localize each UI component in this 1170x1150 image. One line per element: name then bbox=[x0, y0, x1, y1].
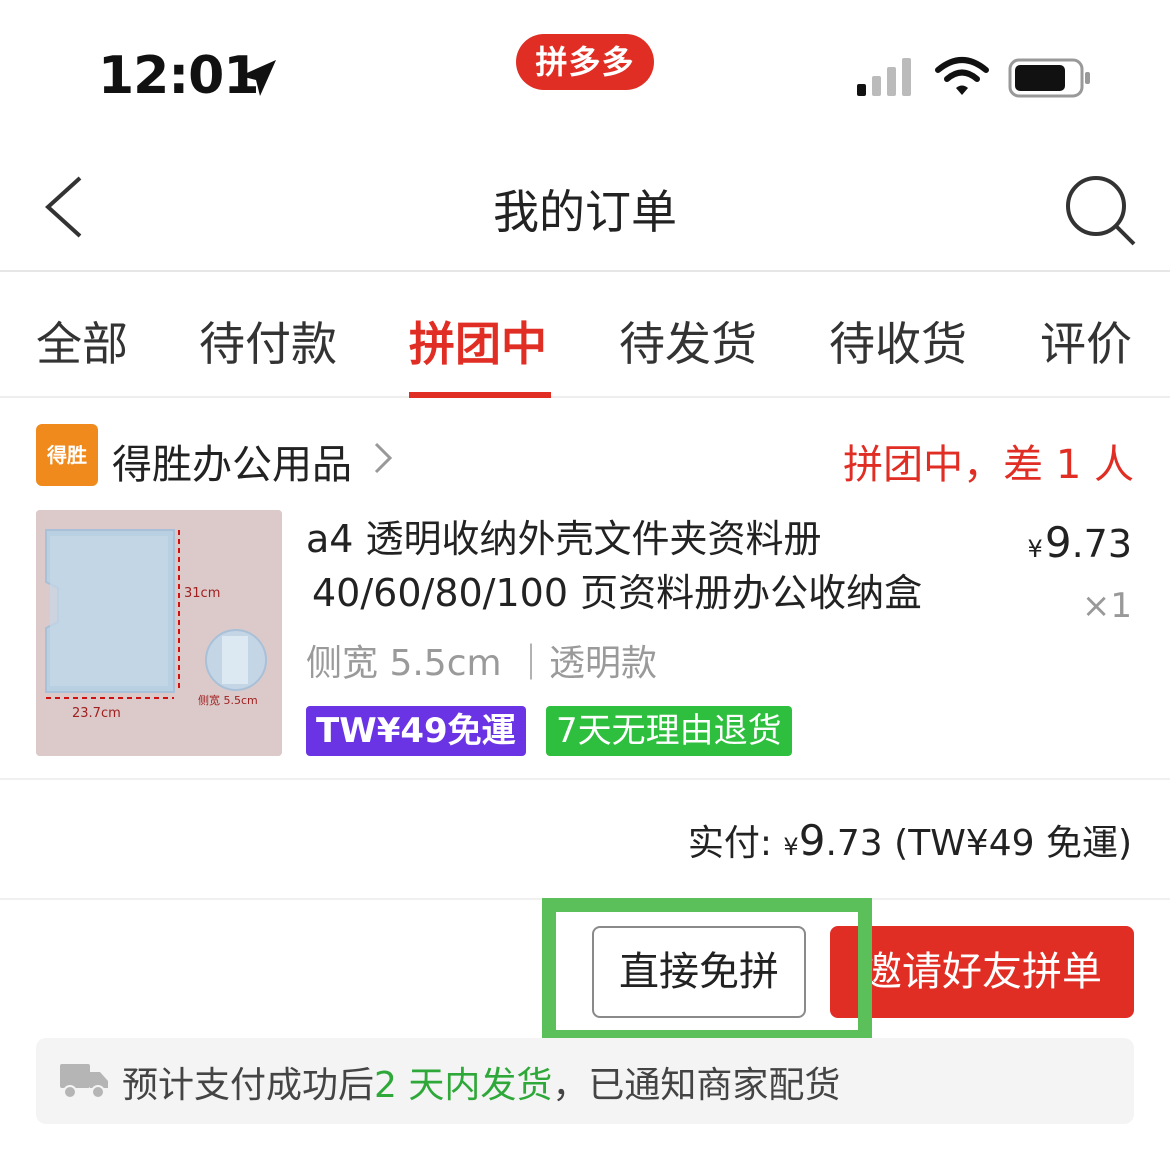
thumb-width-label: 23.7cm bbox=[72, 706, 121, 721]
paid-symbol: ¥ bbox=[783, 833, 799, 861]
paid-amount-int: 9 bbox=[798, 816, 826, 865]
wifi-icon bbox=[935, 57, 989, 95]
product-quantity: ×1 bbox=[1081, 586, 1132, 626]
active-tab-indicator bbox=[409, 392, 551, 398]
delivery-truck-icon bbox=[60, 1064, 108, 1099]
nav-bar: 我的订单 bbox=[0, 140, 1170, 272]
notice-highlight: 2 天内发货 bbox=[374, 1065, 553, 1106]
notice-suffix: ，已通知商家配货 bbox=[552, 1065, 841, 1106]
thumb-height-label: 31cm bbox=[184, 586, 221, 601]
notice-prefix: 预计支付成功后 bbox=[122, 1065, 375, 1106]
price-int: 9 bbox=[1044, 518, 1072, 567]
search-icon[interactable] bbox=[1062, 172, 1138, 248]
paid-amount-dec: .73 bbox=[825, 823, 883, 864]
thumb-side-label: 侧宽 5.5cm bbox=[198, 694, 258, 707]
battery-icon bbox=[1008, 58, 1090, 98]
divider bbox=[0, 778, 1170, 780]
status-time: 12:01 bbox=[98, 46, 260, 106]
tab-group-buying[interactable]: 拼团中 bbox=[409, 308, 547, 374]
price-symbol: ¥ bbox=[1027, 535, 1043, 563]
shipping-tag: TW¥49免運 bbox=[306, 706, 526, 756]
order-status-tabs: 全部 待付款 拼团中 待发货 待收货 评价 bbox=[0, 274, 1170, 398]
highlight-box bbox=[542, 898, 872, 1044]
paid-note: (TW¥49 免運) bbox=[894, 823, 1132, 864]
status-bar: 12:01 拼多多 bbox=[0, 0, 1170, 140]
product-title-line1: a4 透明收纳外壳文件夹资料册 bbox=[306, 517, 822, 561]
tab-review[interactable]: 评价 bbox=[1040, 308, 1132, 374]
tab-pending-receipt[interactable]: 待收货 bbox=[829, 308, 967, 374]
product-thumbnail[interactable]: 31cm 23.7cm 侧宽 5.5cm bbox=[36, 510, 282, 756]
cellular-signal-icon bbox=[857, 58, 911, 96]
product-price: ¥9.73 bbox=[1028, 518, 1132, 567]
chevron-right-icon[interactable] bbox=[372, 440, 394, 476]
store-name[interactable]: 得胜办公用品 bbox=[112, 432, 352, 490]
tab-pending-shipment[interactable]: 待发货 bbox=[619, 308, 757, 374]
shipping-notice: 预计支付成功后2 天内发货，已通知商家配货 bbox=[36, 1038, 1134, 1124]
store-logo[interactable]: 得胜 bbox=[36, 424, 98, 486]
price-dec: .73 bbox=[1071, 522, 1132, 566]
page-title: 我的订单 bbox=[493, 185, 677, 239]
tab-pending-payment[interactable]: 待付款 bbox=[199, 308, 337, 374]
paid-amount: 实付: ¥9.73 (TW¥49 免運) bbox=[688, 814, 1132, 866]
product-title[interactable]: a4 透明收纳外壳文件夹资料册 40/60/80/100 页资料册办公收纳盒 bbox=[306, 512, 1006, 620]
shipping-notice-text: 预计支付成功后2 天内发货，已通知商家配货 bbox=[122, 1056, 840, 1108]
tab-all[interactable]: 全部 bbox=[36, 308, 128, 374]
paid-label: 实付: bbox=[687, 823, 772, 864]
location-arrow-icon bbox=[240, 60, 276, 96]
invite-friends-button[interactable]: 邀请好友拼单 bbox=[830, 926, 1134, 1018]
product-variant: 侧宽 5.5cm ｜透明款 bbox=[306, 643, 658, 684]
app-logo-badge: 拼多多 bbox=[516, 34, 654, 90]
order-status-label: 拼团中，差 1 人 bbox=[843, 442, 1134, 488]
return-policy-tag: 7天无理由退货 bbox=[546, 706, 792, 756]
product-title-line2: 40/60/80/100 页资料册办公收纳盒 bbox=[312, 571, 923, 615]
